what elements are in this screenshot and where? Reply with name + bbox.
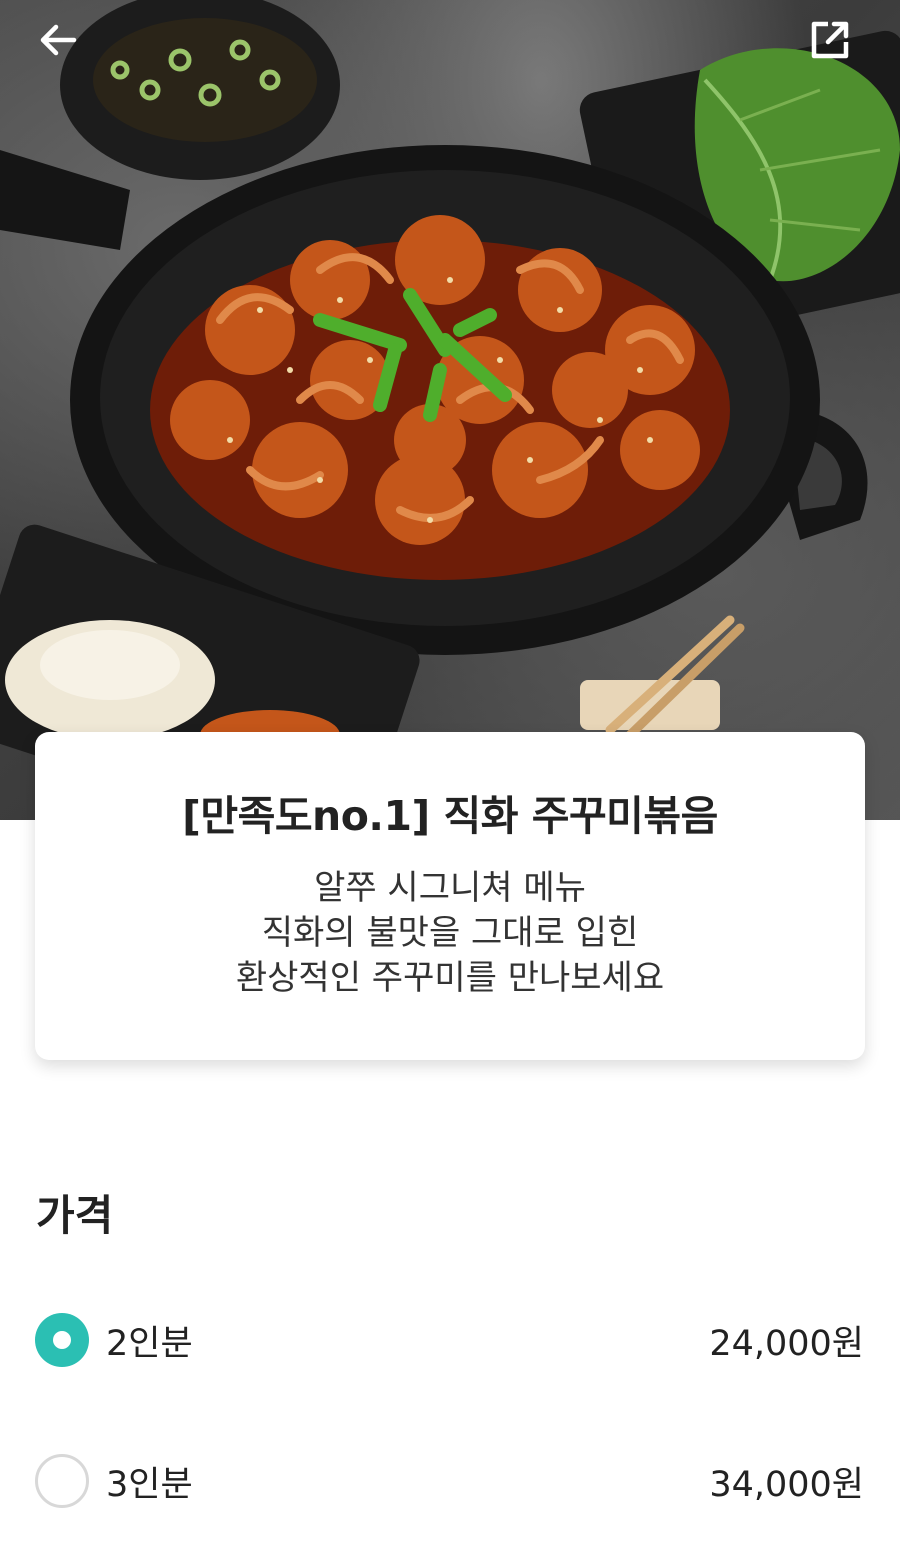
external-link-icon <box>811 21 849 59</box>
menu-title: [만족도no.1] 직화 주꾸미볶음 <box>182 792 718 840</box>
price-option-price: 34,000원 <box>709 1464 864 1505</box>
radio-unselected-icon[interactable] <box>35 1454 89 1508</box>
price-option-label: 2인분 <box>106 1323 193 1364</box>
radio-selected-icon[interactable] <box>35 1313 89 1367</box>
food-photo <box>0 0 900 820</box>
back-button[interactable] <box>36 18 92 74</box>
menu-description-line: 직화의 불맛을 그대로 입힌 <box>261 913 639 953</box>
share-button[interactable] <box>808 18 864 74</box>
price-option-2-person[interactable]: 2인분 24,000원 <box>0 1300 900 1380</box>
menu-info-card: [만족도no.1] 직화 주꾸미볶음 알쭈 시그니쳐 메뉴 직화의 불맛을 그대… <box>35 732 865 1060</box>
price-option-3-person[interactable]: 3인분 34,000원 <box>0 1441 900 1521</box>
price-section-heading: 가격 <box>36 1191 114 1240</box>
menu-hero-image <box>0 0 900 820</box>
price-option-label: 3인분 <box>106 1464 193 1505</box>
menu-description-line: 알쭈 시그니쳐 메뉴 <box>314 868 586 908</box>
arrow-left-icon <box>40 24 77 56</box>
menu-description: 알쭈 시그니쳐 메뉴 직화의 불맛을 그대로 입힌 환상적인 주꾸미를 만나보세… <box>35 866 865 1001</box>
price-option-price: 24,000원 <box>709 1323 864 1364</box>
menu-description-line: 환상적인 주꾸미를 만나보세요 <box>235 958 665 998</box>
